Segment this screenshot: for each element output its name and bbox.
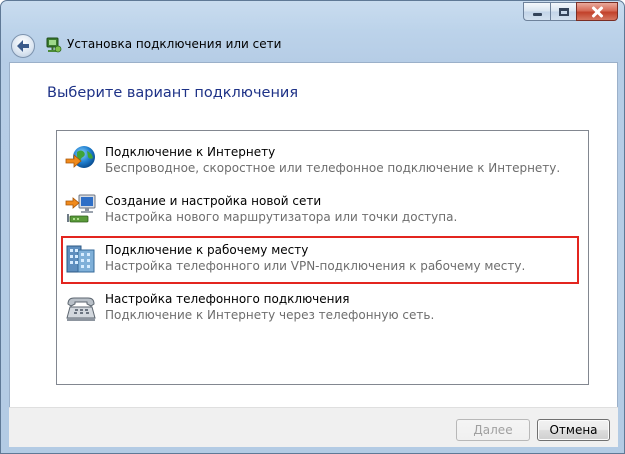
option-description: Настройка нового маршрутизатора или точк… [105, 210, 458, 224]
minimize-button[interactable] [523, 2, 550, 21]
workplace-building-icon [66, 245, 95, 273]
back-button[interactable] [11, 34, 35, 58]
close-button[interactable] [576, 2, 618, 21]
option-title: Подключение к рабочему месту [105, 243, 309, 257]
option-description: Подключение к Интернету через телефонную… [105, 308, 435, 322]
option-dialup-connection[interactable]: Настройка телефонного подключения Подклю… [63, 287, 577, 331]
option-description: Беспроводное, скоростное или телефонное … [105, 161, 561, 175]
next-button[interactable]: Далее [456, 419, 530, 441]
caption-buttons [523, 2, 618, 21]
window-title: Установка подключения или сети [67, 37, 282, 51]
globe-network-icon [65, 146, 95, 168]
network-computer-icon [65, 194, 96, 223]
connection-options-list: Подключение к Интернету Беспроводное, ск… [56, 130, 589, 385]
maximize-button[interactable] [550, 2, 576, 21]
telephone-modem-icon [66, 297, 96, 321]
option-workplace-connection[interactable]: Подключение к рабочему месту Настройка т… [61, 236, 579, 284]
cancel-button[interactable]: Отмена [537, 419, 610, 441]
dialog-window: Установка подключения или сети Выберите … [0, 0, 625, 454]
option-internet-connection[interactable]: Подключение к Интернету Беспроводное, ск… [63, 140, 577, 184]
content-area: Выберите вариант подключения Подключение… [9, 62, 618, 407]
option-new-network[interactable]: Создание и настройка новой сети Настройк… [63, 189, 577, 233]
option-title: Настройка телефонного подключения [105, 292, 350, 306]
option-title: Создание и настройка новой сети [105, 194, 322, 208]
close-icon [591, 6, 603, 18]
network-setup-icon [46, 37, 62, 53]
option-description: Настройка телефонного или VPN-подключени… [105, 259, 526, 273]
minimize-icon [532, 13, 542, 16]
back-arrow-icon [17, 40, 29, 52]
dialog-footer: Далее Отмена [9, 407, 618, 447]
maximize-icon [558, 7, 569, 16]
option-title: Подключение к Интернету [105, 145, 276, 159]
page-heading: Выберите вариант подключения [47, 85, 299, 101]
